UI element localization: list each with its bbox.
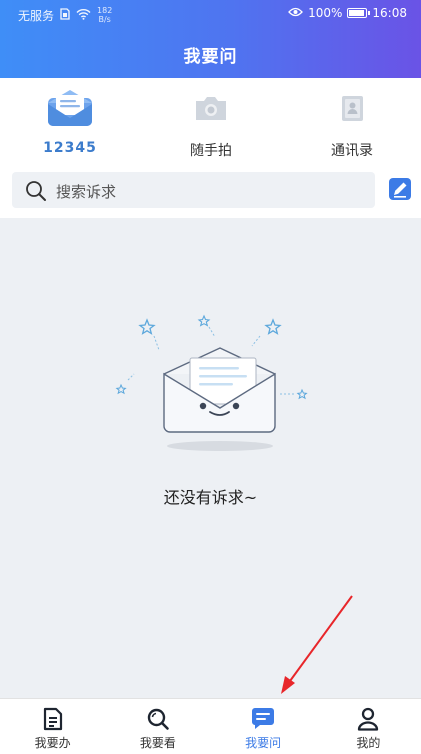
tab-label: 我要办 [34,736,71,750]
battery-icon [347,8,371,18]
quick-action-12345[interactable]: 12345 [10,86,130,156]
clock-time: 16:08 [372,6,407,20]
page-title: 我要问 [183,47,238,67]
search-input[interactable]: 搜索诉求 [12,172,375,208]
net-speed: 182 B/s [97,6,112,24]
camera-icon [193,86,229,130]
quick-action-label: 随手拍 [190,143,232,159]
wifi-icon [76,8,91,23]
search-placeholder: 搜索诉求 [56,183,117,201]
quick-action-label: 通讯录 [331,143,373,159]
tab-wo-yao-ban[interactable]: 我要办 [0,699,105,754]
status-left: 无服务 182 B/s [18,6,112,24]
net-speed-unit: B/s [98,15,111,24]
search-icon [146,706,170,732]
empty-state-message: 还没有诉求~ [163,488,258,507]
document-icon [42,706,64,732]
net-speed-value: 182 [97,6,113,15]
contacts-icon [337,86,367,130]
app-header: 无服务 182 B/s 100% 16:08 我要问 [0,0,421,78]
battery-fill [349,10,365,16]
envelope-icon [46,86,94,130]
top-panel: 12345 随手拍 通讯录 搜索诉求 [0,78,421,218]
battery-percent: 100% [308,6,343,20]
status-right: 100% 16:08 [288,6,407,20]
tab-wo-yao-kan[interactable]: 我要看 [105,699,210,754]
quick-action-snapshot[interactable]: 随手拍 [151,86,271,160]
tab-wo-de[interactable]: 我的 [316,699,421,754]
tab-label: 我的 [356,736,381,750]
tab-label: 我要问 [245,736,282,750]
search-icon [25,180,47,206]
carrier-text: 无服务 [18,8,55,23]
quick-action-contacts[interactable]: 通讯录 [292,86,412,160]
bottom-tab-bar: 我要办 我要看 我要问 我的 [0,698,421,754]
empty-mail-icon [110,312,310,458]
tab-wo-yao-wen[interactable]: 我要问 [211,699,316,754]
person-icon [356,706,380,732]
quick-action-label: 12345 [43,140,97,156]
sim-icon [60,7,70,23]
compose-icon[interactable] [388,177,412,205]
eye-icon [288,6,303,20]
status-bar: 无服务 182 B/s 100% 16:08 [0,0,421,30]
chat-icon [250,706,276,732]
tab-label: 我要看 [139,736,176,750]
